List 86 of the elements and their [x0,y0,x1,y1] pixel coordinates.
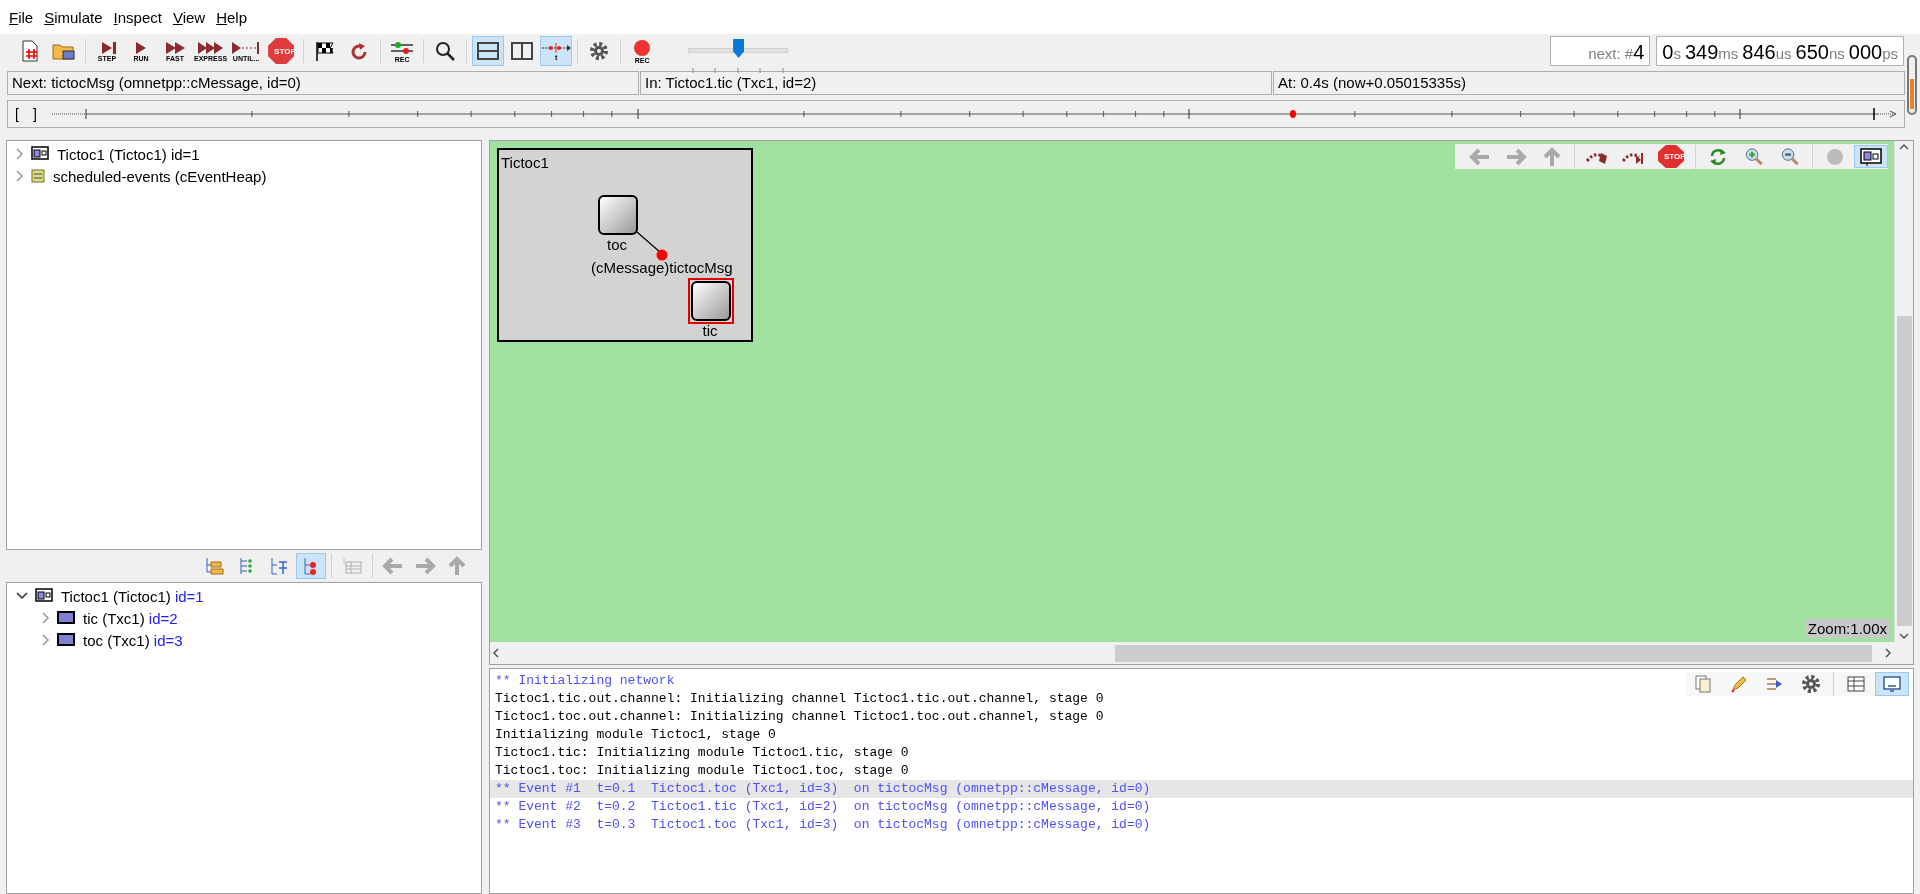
tree-item[interactable]: scheduled-events (cEventHeap) [51,167,269,185]
typed-tree-icon [268,556,290,576]
simulation-time: 0s 349ms 846us 650ns 000ps [1656,36,1904,66]
slider-thumb[interactable] [733,39,745,58]
tree-item[interactable]: toc (Txc1) id=3 [81,631,185,649]
settings-icon [588,40,611,62]
document-icon [20,40,40,62]
status-field: At: 0.4s (now+0.05015335s) [1273,71,1905,95]
menu-item[interactable]: Inspect [110,8,170,26]
table-icon [341,556,363,576]
splitter-handle[interactable] [1907,55,1917,115]
log-line[interactable]: ** Initializing network [490,672,1913,690]
zoom-in-icon [1743,146,1765,167]
folder-tree-icon [204,556,226,576]
module-button[interactable] [1854,145,1888,168]
node-icon[interactable] [595,192,641,238]
bracket[interactable]: [ [8,106,26,122]
simple-module-icon [57,633,75,647]
connection-line [636,231,662,254]
split-rows-icon [476,41,501,61]
menu-item[interactable]: Help [213,8,256,26]
search-icon [434,40,457,62]
arrow-left-icon [1469,146,1491,167]
node-label: toc [607,236,627,253]
zoom-label: Zoom:1.00x [1804,619,1890,638]
chevron-right-icon[interactable] [15,147,25,161]
chevron-down-icon[interactable] [15,591,29,601]
chevron-left-icon [490,647,502,659]
status-field: In: Tictoc1.tic (Txc1, id=2) [640,71,1272,95]
layout-button[interactable] [472,36,505,66]
log-line[interactable]: Initializing module Tictoc1, stage 0 [490,726,1913,744]
timeline-icon [541,41,572,54]
slider-lines-icon [390,39,415,56]
node-label: tic [702,322,718,339]
tree-view-button[interactable] [296,553,326,579]
log-line[interactable]: Tictoc1.tic: Initializing module Tictoc1.tic, stage 0 [490,744,1913,762]
event-counter: next: #4 [1550,36,1651,66]
log-line[interactable]: ** Event #3 t=0.3 Tictoc1.toc (Txc1, id=3) on tictocMsg (omnetpp::cMessage, id=0) [490,816,1913,834]
module-title: Tictoc1 [501,154,549,171]
bracket[interactable]: ] [26,106,44,122]
screen-button[interactable] [1875,672,1909,696]
refresh-icon [1708,146,1728,167]
double-play-icon [163,40,187,55]
log-line[interactable]: Tictoc1.toc: Initializing module Tictoc1.toc, stage 0 [490,762,1913,780]
node-icon[interactable] [688,278,734,324]
tree-item[interactable]: tic (Txc1) id=2 [81,609,180,627]
message-label: (cMessage)tictocMsg [591,259,733,276]
chevron-right-icon[interactable] [41,611,51,625]
arrow-up-icon [1541,146,1563,167]
flag-icon [314,40,337,62]
menu-item[interactable]: View [169,8,214,26]
module-icon [1859,146,1883,167]
play-icon [135,40,147,55]
play-until-icon [231,40,262,55]
tree-item[interactable]: Tictoc1 (Tictoc1) id=1 [59,587,206,605]
chevron-right-icon[interactable] [41,633,51,647]
folder-icon [52,41,76,61]
chevron-down-icon [1898,630,1910,642]
module-icon [35,588,53,604]
triple-play-icon [196,40,225,55]
scrollbar-thumb[interactable] [1896,316,1912,626]
chevron-right-icon [1882,647,1894,659]
menu-item[interactable]: Simulate [41,8,111,26]
screen-icon [1882,674,1902,694]
arrow-right-icon [1505,146,1527,167]
vertical-scrollbar[interactable] [1894,141,1913,642]
menu-item[interactable]: File [6,8,42,26]
log-line[interactable]: ** Event #2 t=0.2 Tictoc1.tic (Txc1, id=2) on tictocMsg (omnetpp::cMessage, id=0) [490,798,1913,816]
ball-icon [1825,146,1845,167]
module-icon [31,146,49,162]
log-line[interactable]: Tictoc1.toc.out.channel: Initializing channel Tictoc1.toc.out.channel, stage 0 [490,708,1913,726]
scrollbar-thumb[interactable] [1115,644,1872,662]
arrow-left-icon [382,556,404,576]
horizontal-scrollbar[interactable] [490,642,1894,664]
split-columns-icon [510,41,535,61]
list-icon [31,169,45,183]
status-field: Next: tictocMsg (omnetpp::cMessage, id=0) [7,71,639,95]
zoom-out-icon [1779,146,1801,167]
pen-icon [1729,674,1749,694]
arrow-up-icon [446,556,468,576]
simple-module-icon [57,611,75,625]
arrow-right-icon [414,556,436,576]
chevron-right-icon[interactable] [15,169,25,183]
message-dot [656,249,668,261]
log-line[interactable]: Tictoc1.tic.out.channel: Initializing channel Tictoc1.tic.out.channel, stage 0 [490,690,1913,708]
tree-item[interactable]: Tictoc1 (Tictoc1) id=1 [55,145,202,163]
